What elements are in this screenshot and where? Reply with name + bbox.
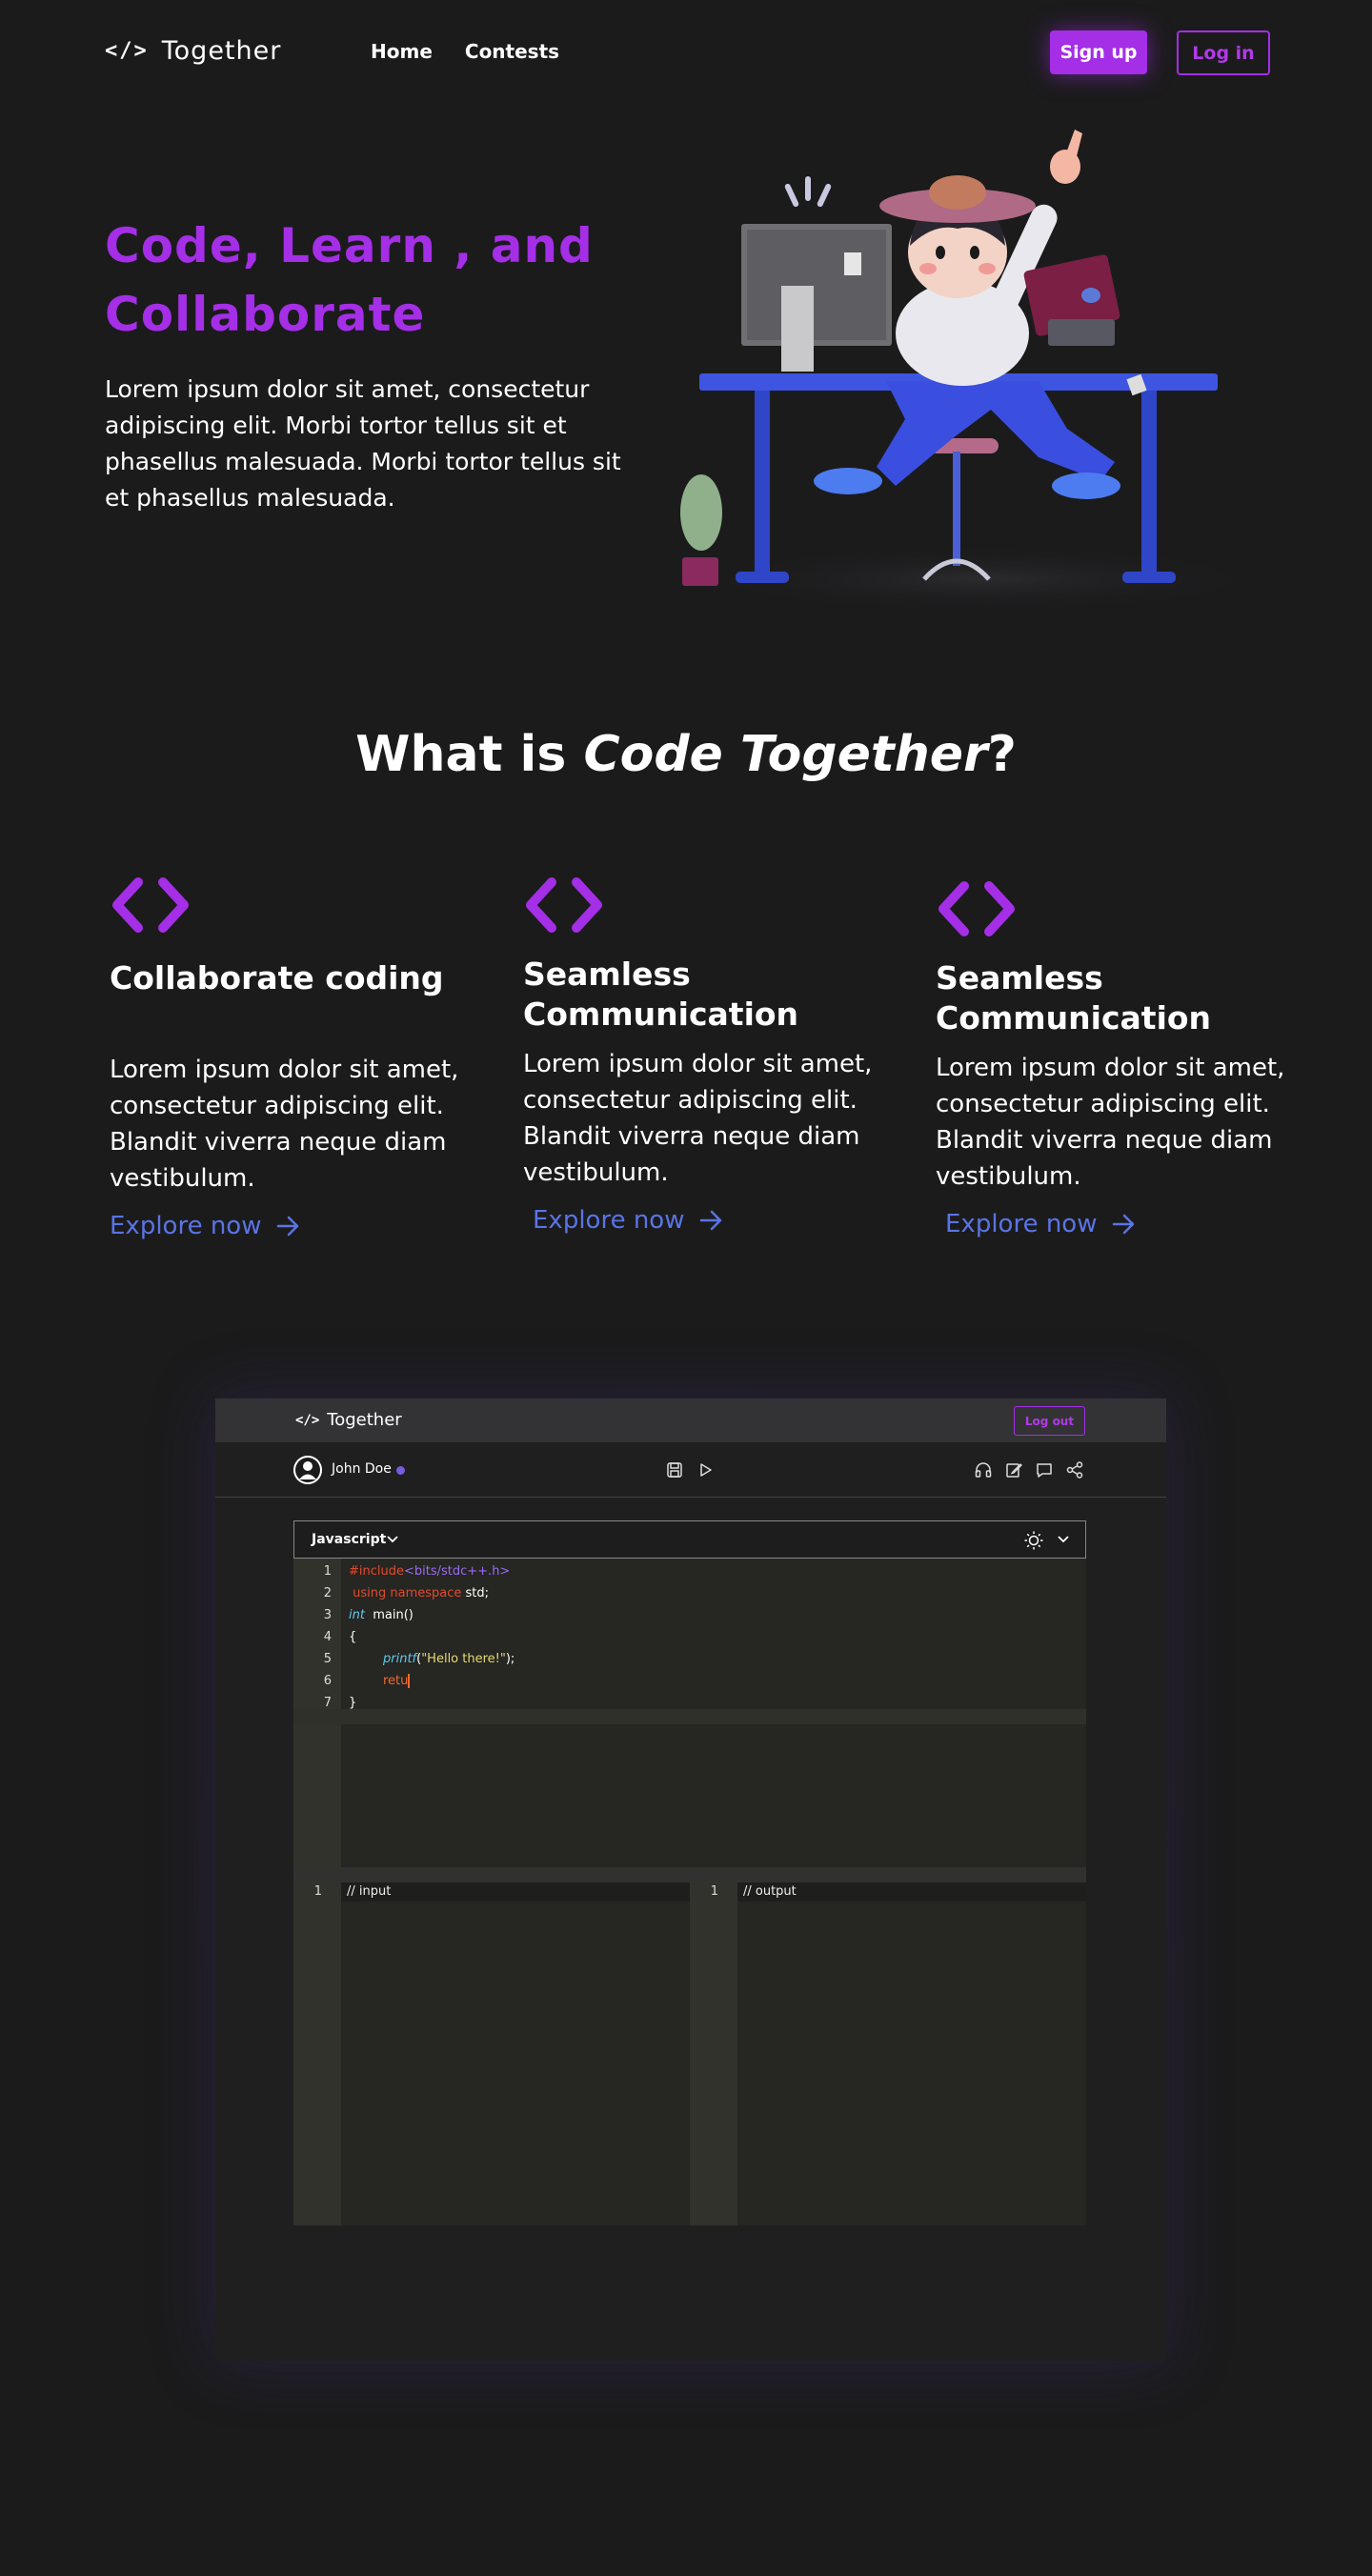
code-token: printf — [383, 1652, 417, 1666]
share-icon[interactable] — [1065, 1460, 1084, 1479]
code-line: 1 #include<bits/stdc++.h> — [293, 1560, 1086, 1582]
line-number: 6 — [323, 1674, 332, 1688]
feature-title: Seamless Communication — [523, 956, 799, 1033]
code-brackets-icon — [526, 877, 602, 933]
explore-now-label: Explore now — [533, 1206, 685, 1235]
user-icon — [293, 1456, 322, 1484]
user-name: John Doe — [332, 1461, 392, 1477]
code-brackets-icon — [938, 881, 1015, 936]
line-number: 7 — [323, 1696, 332, 1710]
code-token: "Hello there!" — [421, 1652, 506, 1666]
code-token: ); — [505, 1652, 515, 1666]
chevron-down-icon[interactable] — [1057, 1534, 1070, 1545]
nav-link-home[interactable]: Home — [371, 40, 433, 63]
code-brackets-icon — [112, 877, 189, 933]
input-placeholder: // input — [347, 1884, 392, 1899]
sun-icon[interactable] — [1023, 1530, 1044, 1551]
code-area[interactable]: 1 #include<bits/stdc++.h> 2 using namesp… — [293, 1559, 1086, 1867]
line-number: 5 — [323, 1652, 332, 1666]
explore-now-link[interactable]: Explore now — [533, 1206, 885, 1235]
explore-now-link[interactable]: Explore now — [110, 1212, 472, 1240]
line-number: 1 — [710, 1884, 718, 1899]
feature-body: Lorem ipsum dolor sit amet, consectetur … — [523, 1050, 873, 1187]
code-token: retu — [383, 1674, 409, 1688]
arrow-right-icon — [1113, 1214, 1135, 1235]
arrow-right-icon — [700, 1210, 722, 1231]
input-panel[interactable]: 1 // input — [293, 1882, 690, 2225]
language-select[interactable]: Javascript — [312, 1532, 386, 1547]
code-token: std; — [461, 1586, 490, 1600]
logout-button[interactable]: Log out — [1014, 1406, 1085, 1436]
hero-body: Lorem ipsum dolor sit amet, consectetur … — [105, 375, 621, 512]
login-button[interactable]: Log in — [1177, 30, 1270, 75]
line-number: 1 — [313, 1884, 322, 1899]
io-divider — [293, 1867, 1086, 1882]
feature-body: Lorem ipsum dolor sit amet, consectetur … — [936, 1054, 1285, 1191]
feature-card-communication-2: Seamless Communication Lorem ipsum dolor… — [936, 880, 1298, 1238]
edit-icon[interactable] — [1004, 1460, 1023, 1479]
output-panel[interactable]: 1 // output — [690, 1882, 1086, 2225]
explore-now-label: Explore now — [945, 1210, 1098, 1238]
what-is-prefix: What is — [355, 726, 584, 783]
explore-now-label: Explore now — [110, 1212, 262, 1240]
logo[interactable]: </> Together — [105, 36, 281, 66]
explore-now-link[interactable]: Explore now — [945, 1210, 1298, 1238]
arrow-right-icon — [277, 1216, 299, 1237]
avatar[interactable] — [293, 1456, 322, 1484]
code-line: 5 printf("Hello there!"); — [293, 1648, 1086, 1670]
logo-text: Together — [161, 36, 282, 66]
chevron-down-icon[interactable] — [386, 1534, 399, 1545]
code-token: } — [349, 1696, 357, 1710]
code-line: 3 int main() — [293, 1604, 1086, 1626]
feature-title: Seamless Communication — [936, 959, 1212, 1036]
app-header: </> Together Log out — [215, 1399, 1166, 1442]
code-line: 6 retu — [293, 1670, 1086, 1692]
run-icon[interactable] — [696, 1460, 715, 1479]
code-line: 4 { — [293, 1626, 1086, 1648]
nav-link-contests[interactable]: Contests — [465, 40, 559, 63]
line-number: 3 — [323, 1608, 332, 1622]
nav-links: Home Contests — [371, 40, 559, 63]
code-token: int — [349, 1608, 365, 1622]
hero-title-line2: Collaborate — [105, 287, 426, 342]
line-number: 4 — [323, 1630, 332, 1644]
hero-title-line1: Code, Learn , and — [105, 218, 594, 273]
signup-button[interactable]: Sign up — [1050, 30, 1147, 74]
what-is-heading: What is Code Together? — [0, 726, 1372, 783]
headphones-icon[interactable] — [974, 1460, 993, 1479]
hero-title: Code, Learn , and Collaborate — [105, 211, 600, 349]
input-gutter — [293, 1882, 341, 2225]
save-icon[interactable] — [665, 1460, 684, 1479]
output-placeholder: // output — [743, 1884, 797, 1899]
line-number: 2 — [323, 1586, 332, 1600]
code-line: 7 } — [293, 1692, 1086, 1714]
editor-toolbar: Javascript — [293, 1520, 1086, 1559]
output-gutter — [690, 1882, 737, 2225]
text-cursor — [408, 1674, 411, 1688]
code-icon: </> — [105, 39, 149, 63]
app-logo-text: Together — [327, 1410, 402, 1430]
online-status-dot — [396, 1466, 405, 1475]
what-is-brand: Code Together — [583, 726, 988, 783]
code-icon: </> — [295, 1412, 320, 1428]
session-toolbar: John Doe — [215, 1442, 1166, 1498]
code-token: #include — [349, 1564, 404, 1579]
feature-card-communication: Seamless Communication Lorem ipsum dolor… — [523, 876, 885, 1235]
code-token: main() — [364, 1608, 414, 1622]
code-token: { — [349, 1630, 357, 1644]
feature-card-collaborate: Collaborate coding Lorem ipsum dolor sit… — [110, 876, 472, 1240]
what-is-suffix: ? — [987, 726, 1017, 783]
code-token: <bits/stdc++.h> — [404, 1564, 511, 1579]
top-nav: </> Together Home Contests Sign up Log i… — [0, 0, 1372, 105]
app-logo[interactable]: </> Together — [295, 1410, 402, 1430]
line-number: 1 — [323, 1564, 332, 1579]
hero-illustration — [680, 130, 1277, 614]
feature-title: Collaborate coding — [110, 959, 444, 996]
app-preview: </> Together Log out John Doe Javascript… — [215, 1399, 1166, 2361]
feature-body: Lorem ipsum dolor sit amet, consectetur … — [110, 1056, 459, 1193]
code-line: 2 using namespace std; — [293, 1582, 1086, 1604]
code-token: using namespace — [349, 1586, 462, 1600]
chat-icon[interactable] — [1035, 1460, 1054, 1479]
